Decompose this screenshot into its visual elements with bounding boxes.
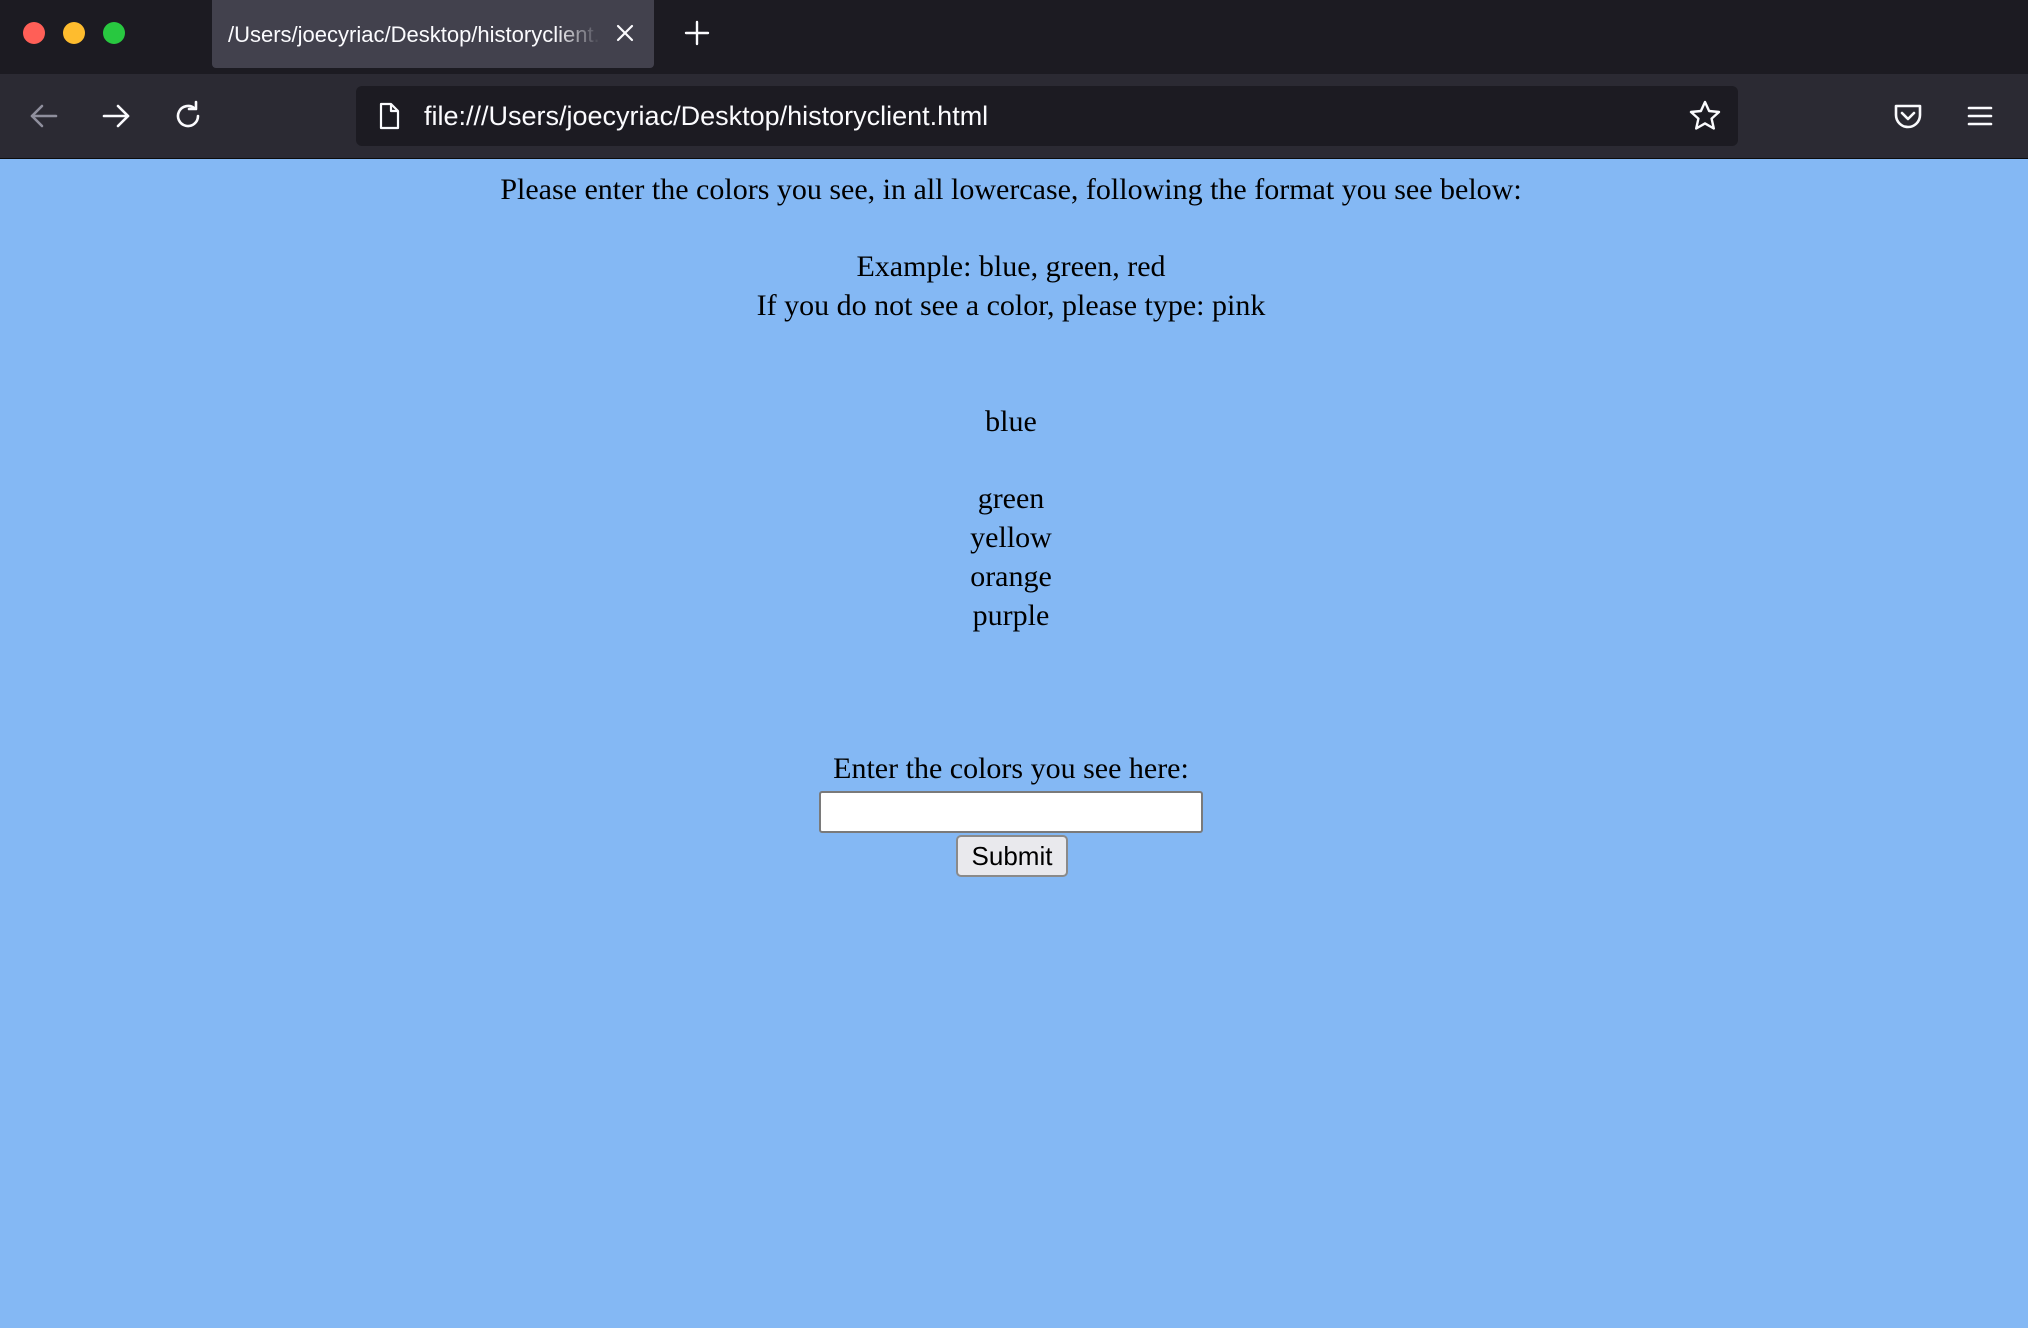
pocket-icon[interactable] xyxy=(1890,98,1926,134)
instruction-text: Please enter the colors you see, in all … xyxy=(500,173,1522,206)
close-icon[interactable] xyxy=(610,18,640,48)
url-text[interactable]: file:///Users/joecyriac/Desktop/historyc… xyxy=(424,100,988,132)
tab-title: /Users/joecyriac/Desktop/historyclient.h… xyxy=(228,22,600,47)
colors-input[interactable] xyxy=(819,791,1203,833)
color-word-orange: orange xyxy=(970,560,1052,593)
color-word-yellow: yellow xyxy=(970,521,1052,554)
arrow-left-icon[interactable] xyxy=(26,98,62,134)
color-word-green: green xyxy=(977,482,1045,515)
arrow-right-icon[interactable] xyxy=(98,98,134,134)
tab-active[interactable]: /Users/joecyriac/Desktop/historyclient.h… xyxy=(212,0,654,68)
browser-window: /Users/joecyriac/Desktop/historyclient.h… xyxy=(0,0,2028,1328)
no-color-hint: If you do not see a color, please type: … xyxy=(756,289,1266,322)
window-close-button[interactable] xyxy=(23,22,45,44)
url-bar[interactable]: file:///Users/joecyriac/Desktop/historyc… xyxy=(356,86,1738,146)
window-maximize-button[interactable] xyxy=(103,22,125,44)
plus-icon[interactable] xyxy=(682,18,712,48)
example-text: Example: blue, green, red xyxy=(856,250,1166,283)
page-icon xyxy=(374,101,404,131)
page-content: Please enter the colors you see, in all … xyxy=(0,159,2028,1328)
tab-strip: /Users/joecyriac/Desktop/historyclient.h… xyxy=(0,0,2028,74)
input-label: Enter the colors you see here: xyxy=(833,752,1189,785)
color-word-purple: purple xyxy=(972,599,1050,632)
hamburger-menu-icon[interactable] xyxy=(1962,98,1998,134)
submit-button[interactable]: Submit xyxy=(956,835,1068,877)
navigation-toolbar: file:///Users/joecyriac/Desktop/historyc… xyxy=(0,74,2028,159)
star-icon[interactable] xyxy=(1688,99,1722,133)
reload-icon[interactable] xyxy=(170,98,206,134)
color-word-blue: blue xyxy=(985,405,1037,438)
window-minimize-button[interactable] xyxy=(63,22,85,44)
